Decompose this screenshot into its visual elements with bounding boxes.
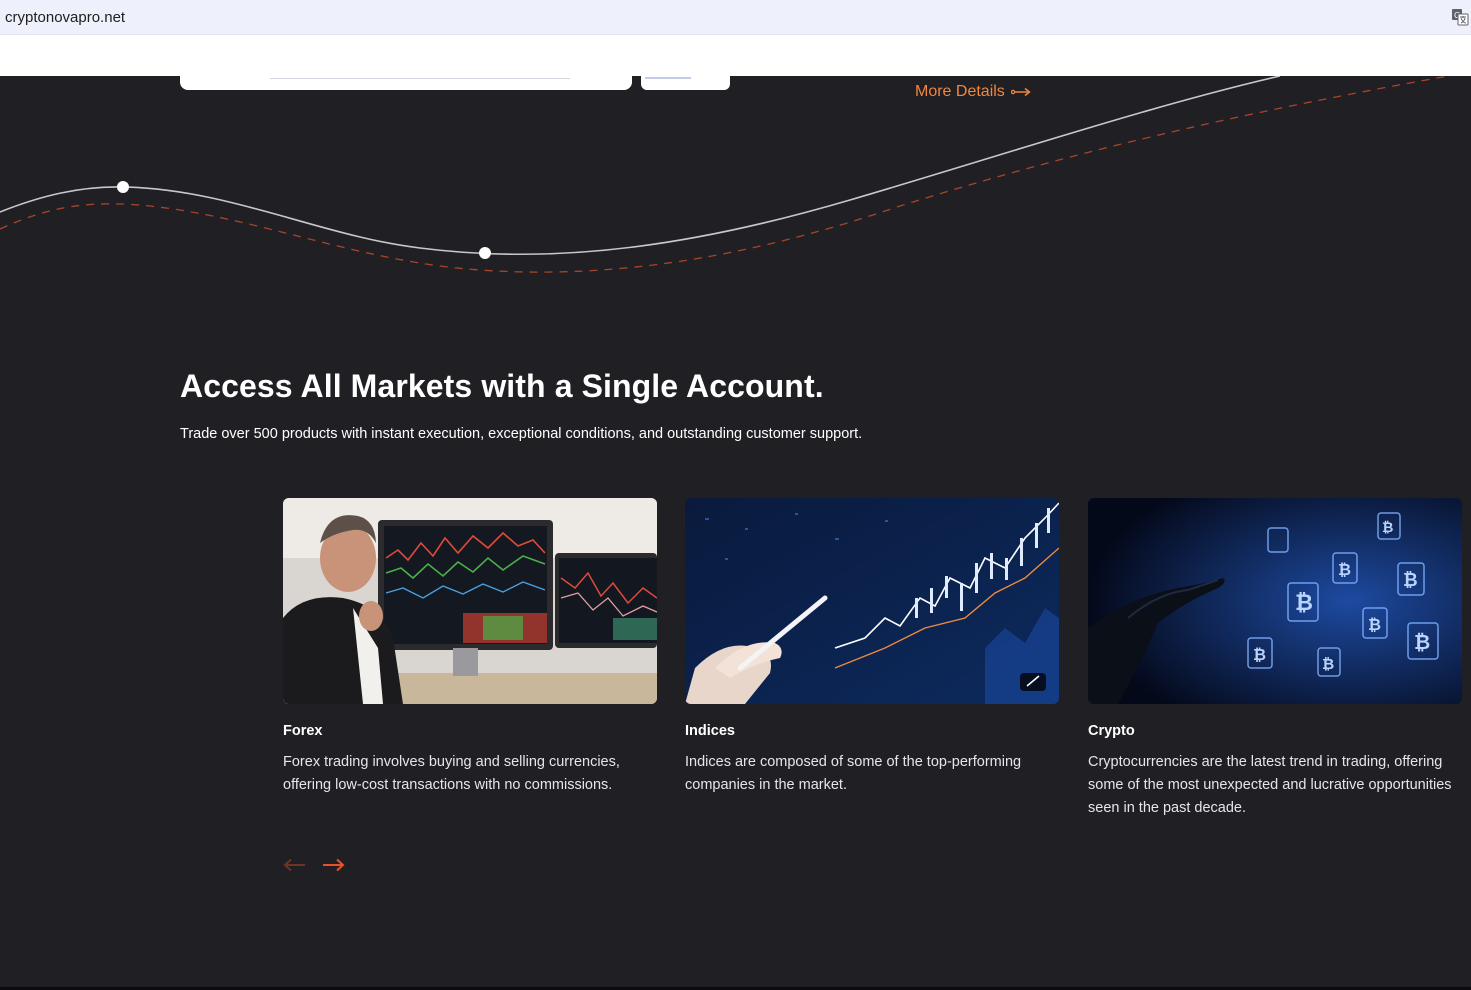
- svg-text:₿: ₿: [1322, 655, 1334, 673]
- curve-point-1: [117, 181, 129, 193]
- market-card-title: Forex: [283, 723, 323, 739]
- market-card-forex[interactable]: Forex Forex trading involves buying and …: [283, 498, 657, 797]
- hand-with-stylus-chart-photo: [685, 498, 1059, 704]
- market-card-description: Indices are composed of some of the top-…: [685, 754, 1022, 793]
- translate-icon[interactable]: G: [1451, 8, 1469, 26]
- svg-text:₿: ₿: [1403, 570, 1418, 591]
- trader-at-monitors-photo: [283, 498, 657, 704]
- market-card-title: Indices: [685, 723, 735, 739]
- arrow-right-icon: [323, 858, 345, 872]
- address-url[interactable]: cryptonovapro.net: [5, 9, 125, 26]
- section-heading: Access All Markets with a Single Account…: [180, 368, 824, 404]
- section-subheading: Trade over 500 products with instant exe…: [180, 426, 863, 442]
- market-card-title: Crypto: [1088, 723, 1135, 739]
- svg-text:₿: ₿: [1414, 630, 1430, 654]
- market-card-crypto[interactable]: ₿ ₿ ₿ ₿ ₿ ₿ ₿ ₿ Crypto Cryptocurrencies …: [1088, 498, 1462, 820]
- svg-text:₿: ₿: [1253, 645, 1266, 664]
- svg-text:₿: ₿: [1295, 591, 1313, 616]
- hand-touching-bitcoin-icons-photo: ₿ ₿ ₿ ₿ ₿ ₿ ₿ ₿: [1088, 498, 1462, 704]
- svg-text:₿: ₿: [1382, 520, 1393, 536]
- browser-address-bar: cryptonovapro.net G: [0, 0, 1471, 35]
- carousel-navigation: [283, 858, 345, 872]
- decorative-wave-curve: [0, 76, 1453, 273]
- market-card-description: Cryptocurrencies are the latest trend in…: [1088, 754, 1452, 816]
- market-card-description: Forex trading involves buying and sellin…: [283, 754, 620, 793]
- carousel-prev-button[interactable]: [283, 858, 307, 872]
- svg-text:₿: ₿: [1338, 560, 1351, 579]
- market-card-indices[interactable]: Indices Indices are composed of some of …: [685, 498, 1059, 797]
- carousel-next-button[interactable]: [321, 858, 345, 872]
- svg-text:₿: ₿: [1368, 615, 1381, 634]
- curve-point-2: [479, 247, 491, 259]
- page-content: More Details Access All Markets with a S…: [0, 76, 1471, 990]
- page-header-strip: [0, 35, 1471, 76]
- arrow-left-icon: [283, 858, 305, 872]
